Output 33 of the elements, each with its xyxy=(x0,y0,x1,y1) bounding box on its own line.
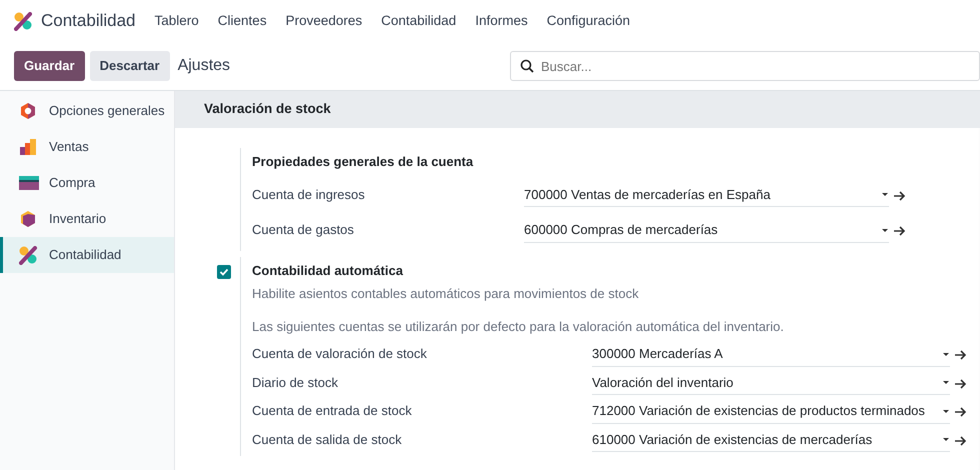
select-field[interactable]: 712000 Variación de existencias de productos terminados xyxy=(592,401,950,424)
menu-item[interactable]: Informes xyxy=(475,10,528,32)
field-label: Cuenta de ingresos xyxy=(252,186,366,204)
menu-item[interactable]: Proveedores xyxy=(286,10,362,32)
field-label: Cuenta de gastos xyxy=(252,221,355,239)
menu-item[interactable]: Tablero xyxy=(154,10,199,32)
sidebar-item[interactable]: Inventario xyxy=(0,201,174,237)
menu-item[interactable]: Contabilidad xyxy=(381,10,456,32)
select-field[interactable]: 600000 Compras de mercaderías xyxy=(524,220,889,242)
search-field[interactable]: Buscar... xyxy=(510,51,980,81)
field-label: Diario de stock xyxy=(252,374,339,392)
menu-item[interactable]: Configuración xyxy=(546,10,630,32)
setting-description: Habilite asientos contables automáticos para movimientos de stock xyxy=(252,285,640,303)
section-header: Valoración de stock xyxy=(175,91,980,128)
select-field[interactable]: 300000 Mercaderías A xyxy=(592,344,950,366)
group-title: Propiedades generales de la cuenta xyxy=(252,153,474,171)
sidebar-item[interactable]: Compra xyxy=(0,165,174,201)
sidebar-item[interactable]: Contabilidad xyxy=(0,237,174,273)
save-button[interactable]: Guardar xyxy=(14,51,85,81)
breadcrumb: Ajustes xyxy=(178,56,230,76)
discard-button[interactable]: Descartar xyxy=(90,51,170,81)
field-label: Cuenta de valoración de stock xyxy=(252,345,428,363)
sidebar-item[interactable]: Ventas xyxy=(0,129,174,165)
field-label: Cuenta de entrada de stock xyxy=(252,402,413,420)
sidebar-item[interactable]: Opciones generales xyxy=(0,93,174,129)
select-field[interactable]: 610000 Variación de existencias de mercaderías xyxy=(592,430,950,452)
select-field[interactable]: Valoración del inventario xyxy=(592,372,950,395)
select-field[interactable]: 700000 Ventas de mercaderías en España xyxy=(524,184,889,207)
app-name[interactable]: Contabilidad xyxy=(41,8,136,34)
field-label: Cuenta de salida de stock xyxy=(252,430,403,448)
menu-item[interactable]: Clientes xyxy=(218,10,267,32)
setting-title: Contabilidad automática xyxy=(252,262,404,280)
setting-note: Las siguientes cuentas se utilizarán por defecto para la valoración automática del inventario. xyxy=(252,318,785,336)
